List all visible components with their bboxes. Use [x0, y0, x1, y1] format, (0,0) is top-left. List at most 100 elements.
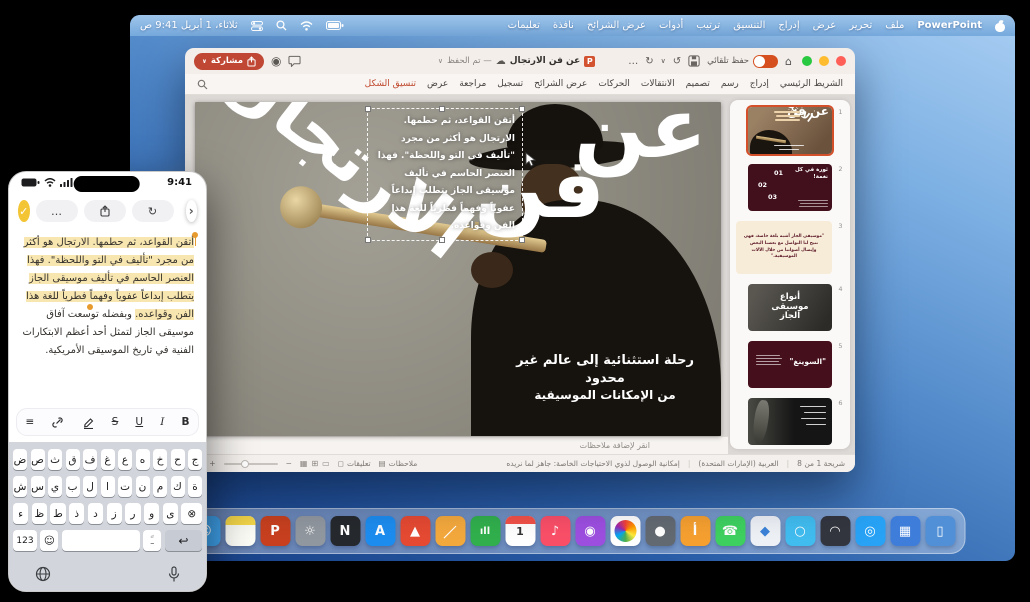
key-zain[interactable]: ز: [107, 503, 122, 524]
key-alef[interactable]: ا: [101, 476, 115, 497]
autosave-toggle[interactable]: حفظ تلقائي: [707, 55, 778, 68]
numbers-key[interactable]: 123: [13, 530, 37, 551]
dock-icon-numbers[interactable]: ıll: [470, 516, 500, 546]
globe-key-icon[interactable]: [35, 566, 51, 582]
dock-icon-pages[interactable]: ／: [435, 516, 465, 546]
redo-button[interactable]: ↻: [132, 200, 174, 222]
key-teh[interactable]: ت: [118, 476, 132, 497]
tab-home[interactable]: الشريط الرئيسي: [780, 79, 843, 89]
view-sorter-icon[interactable]: ⊞: [311, 459, 318, 468]
tab-review[interactable]: مراجعة: [459, 79, 486, 89]
key-ghain[interactable]: غ: [101, 449, 115, 470]
selected-text[interactable]: أتقن القواعد، ثم حطمها. الارتجال هو أكثر…: [24, 237, 194, 320]
share-button[interactable]: مشاركة ∨: [194, 53, 264, 70]
tab-transitions[interactable]: الانتقالات: [641, 79, 675, 89]
comments-toggle-button[interactable]: تعليقات ◻: [338, 459, 371, 468]
bold-button[interactable]: B: [181, 416, 189, 428]
tab-view[interactable]: عرض: [427, 79, 448, 89]
key-feh[interactable]: ف: [83, 449, 97, 470]
key-tah[interactable]: ط: [50, 503, 65, 524]
zoom-slider[interactable]: [224, 463, 278, 465]
dock-icon-settings[interactable]: ☼: [295, 516, 325, 546]
thumbnail-slide-4[interactable]: أنواع موسيقى الجاز: [748, 284, 832, 331]
spotlight-search-icon[interactable]: [276, 20, 287, 31]
dock-icon-phone[interactable]: ☎: [715, 516, 745, 546]
minimize-button[interactable]: [819, 56, 829, 66]
key-thal[interactable]: ذ: [69, 503, 84, 524]
key-hamza[interactable]: ء: [13, 503, 28, 524]
dock-icon-powerpoint[interactable]: P: [260, 516, 290, 546]
note-text-area[interactable]: أتقن القواعد، ثم حطمها. الارتجال هو أكثر…: [9, 226, 206, 406]
key-khah[interactable]: خ: [153, 449, 167, 470]
zoom-in-button[interactable]: +: [209, 459, 215, 468]
more-options-icon[interactable]: …: [628, 56, 638, 67]
diacritic-key[interactable]: ـً: [143, 530, 161, 551]
dock-icon-app-store[interactable]: A: [365, 516, 395, 546]
key-seen[interactable]: س: [31, 476, 45, 497]
tab-slideshow[interactable]: عرض الشرائح: [534, 79, 587, 89]
ribbon-search-icon[interactable]: [197, 79, 208, 90]
toggle-switch[interactable]: [753, 55, 778, 68]
menu-format[interactable]: التنسيق: [733, 20, 765, 31]
key-teh-marbuta[interactable]: ة: [188, 476, 202, 497]
undo-chevron-icon[interactable]: ∨: [661, 57, 666, 65]
highlighter-icon[interactable]: [82, 416, 95, 429]
undo-icon[interactable]: ↺: [673, 56, 681, 67]
notes-placeholder[interactable]: انقر لإضافة ملاحظات: [580, 441, 650, 450]
key-qaf[interactable]: ق: [66, 449, 80, 470]
underline-button[interactable]: U: [135, 416, 143, 428]
tab-insert[interactable]: إدراج: [750, 79, 769, 89]
space-key[interactable]: [62, 530, 140, 551]
battery-icon[interactable]: [326, 21, 344, 30]
key-dal[interactable]: د: [88, 503, 103, 524]
zoom-slider-knob[interactable]: [241, 460, 249, 468]
dock-icon-safari[interactable]: ◎: [855, 516, 885, 546]
dictation-mic-icon[interactable]: [168, 566, 180, 583]
key-ain[interactable]: ع: [118, 449, 132, 470]
tab-shape-format[interactable]: تنسيق الشكل: [365, 79, 416, 89]
dock-icon-notion[interactable]: N: [330, 516, 360, 546]
key-waw[interactable]: و: [144, 503, 159, 524]
menu-arrange[interactable]: ترتيب: [696, 20, 720, 31]
italic-button[interactable]: I: [160, 416, 164, 428]
dock-icon-launchpad[interactable]: ▦: [890, 516, 920, 546]
list-format-icon[interactable]: ≡: [26, 416, 35, 428]
tab-design[interactable]: تصميم: [686, 79, 710, 89]
dock-icon-photos[interactable]: [610, 516, 640, 546]
thumbnail-slide-3[interactable]: "موسيقى الجاز أشبه بلغة خاصة، فهي تتيح ل…: [736, 221, 832, 274]
thumbnail-slide-2[interactable]: ثورة في كل نغمة! 01 02 03: [748, 164, 832, 211]
slide-footer-text[interactable]: رحلة استثنائية إلى عالم غير محدود من الإ…: [505, 352, 705, 402]
home-icon[interactable]: ⌂: [785, 55, 792, 68]
dock-icon-podcasts[interactable]: ◉: [575, 516, 605, 546]
slide-body-textbox[interactable]: أتقن القواعد، ثم حطمها. الارتجال هو أكثر…: [367, 108, 523, 241]
more-menu-button[interactable]: …: [36, 200, 78, 222]
dock-icon-camera[interactable]: ●: [645, 516, 675, 546]
key-lam[interactable]: ل: [83, 476, 97, 497]
menu-app-name[interactable]: PowerPoint: [917, 20, 982, 31]
menu-window[interactable]: نافذة: [553, 20, 574, 31]
record-icon[interactable]: ◉: [271, 54, 281, 68]
view-normal-icon[interactable]: ▭: [322, 459, 330, 468]
menu-insert[interactable]: إدراج: [778, 20, 799, 31]
dock-icon-rocket[interactable]: ▲: [400, 516, 430, 546]
accessibility-status[interactable]: إمكانية الوصول لذوي الاحتياجات الخاصة: ج…: [506, 459, 680, 468]
key-hah[interactable]: ح: [171, 449, 185, 470]
dock-icon-notes[interactable]: [225, 516, 255, 546]
dock-icon-weather[interactable]: ○: [785, 516, 815, 546]
menu-file[interactable]: ملف: [885, 20, 904, 31]
language-status[interactable]: العربية (الإمارات المتحدة): [698, 459, 778, 468]
key-beh[interactable]: ب: [66, 476, 80, 497]
thumbnail-slide-6[interactable]: [748, 398, 832, 445]
dock-icon-puzzle[interactable]: ◆: [750, 516, 780, 546]
dock-icon-calendar[interactable]: 1: [505, 516, 535, 546]
wifi-icon[interactable]: [300, 21, 313, 31]
forward-chevron-button[interactable]: ›: [186, 200, 198, 222]
control-center-icon[interactable]: [251, 21, 263, 31]
dock-icon-music[interactable]: ♪: [540, 516, 570, 546]
tab-draw[interactable]: رسم: [721, 79, 739, 89]
dock-icon-iphone-mirroring[interactable]: ▯: [925, 516, 955, 546]
apple-menu-icon[interactable]: [995, 20, 1005, 32]
key-reh[interactable]: ر: [125, 503, 140, 524]
delete-key[interactable]: ⊗: [181, 503, 202, 524]
key-theh[interactable]: ث: [48, 449, 62, 470]
